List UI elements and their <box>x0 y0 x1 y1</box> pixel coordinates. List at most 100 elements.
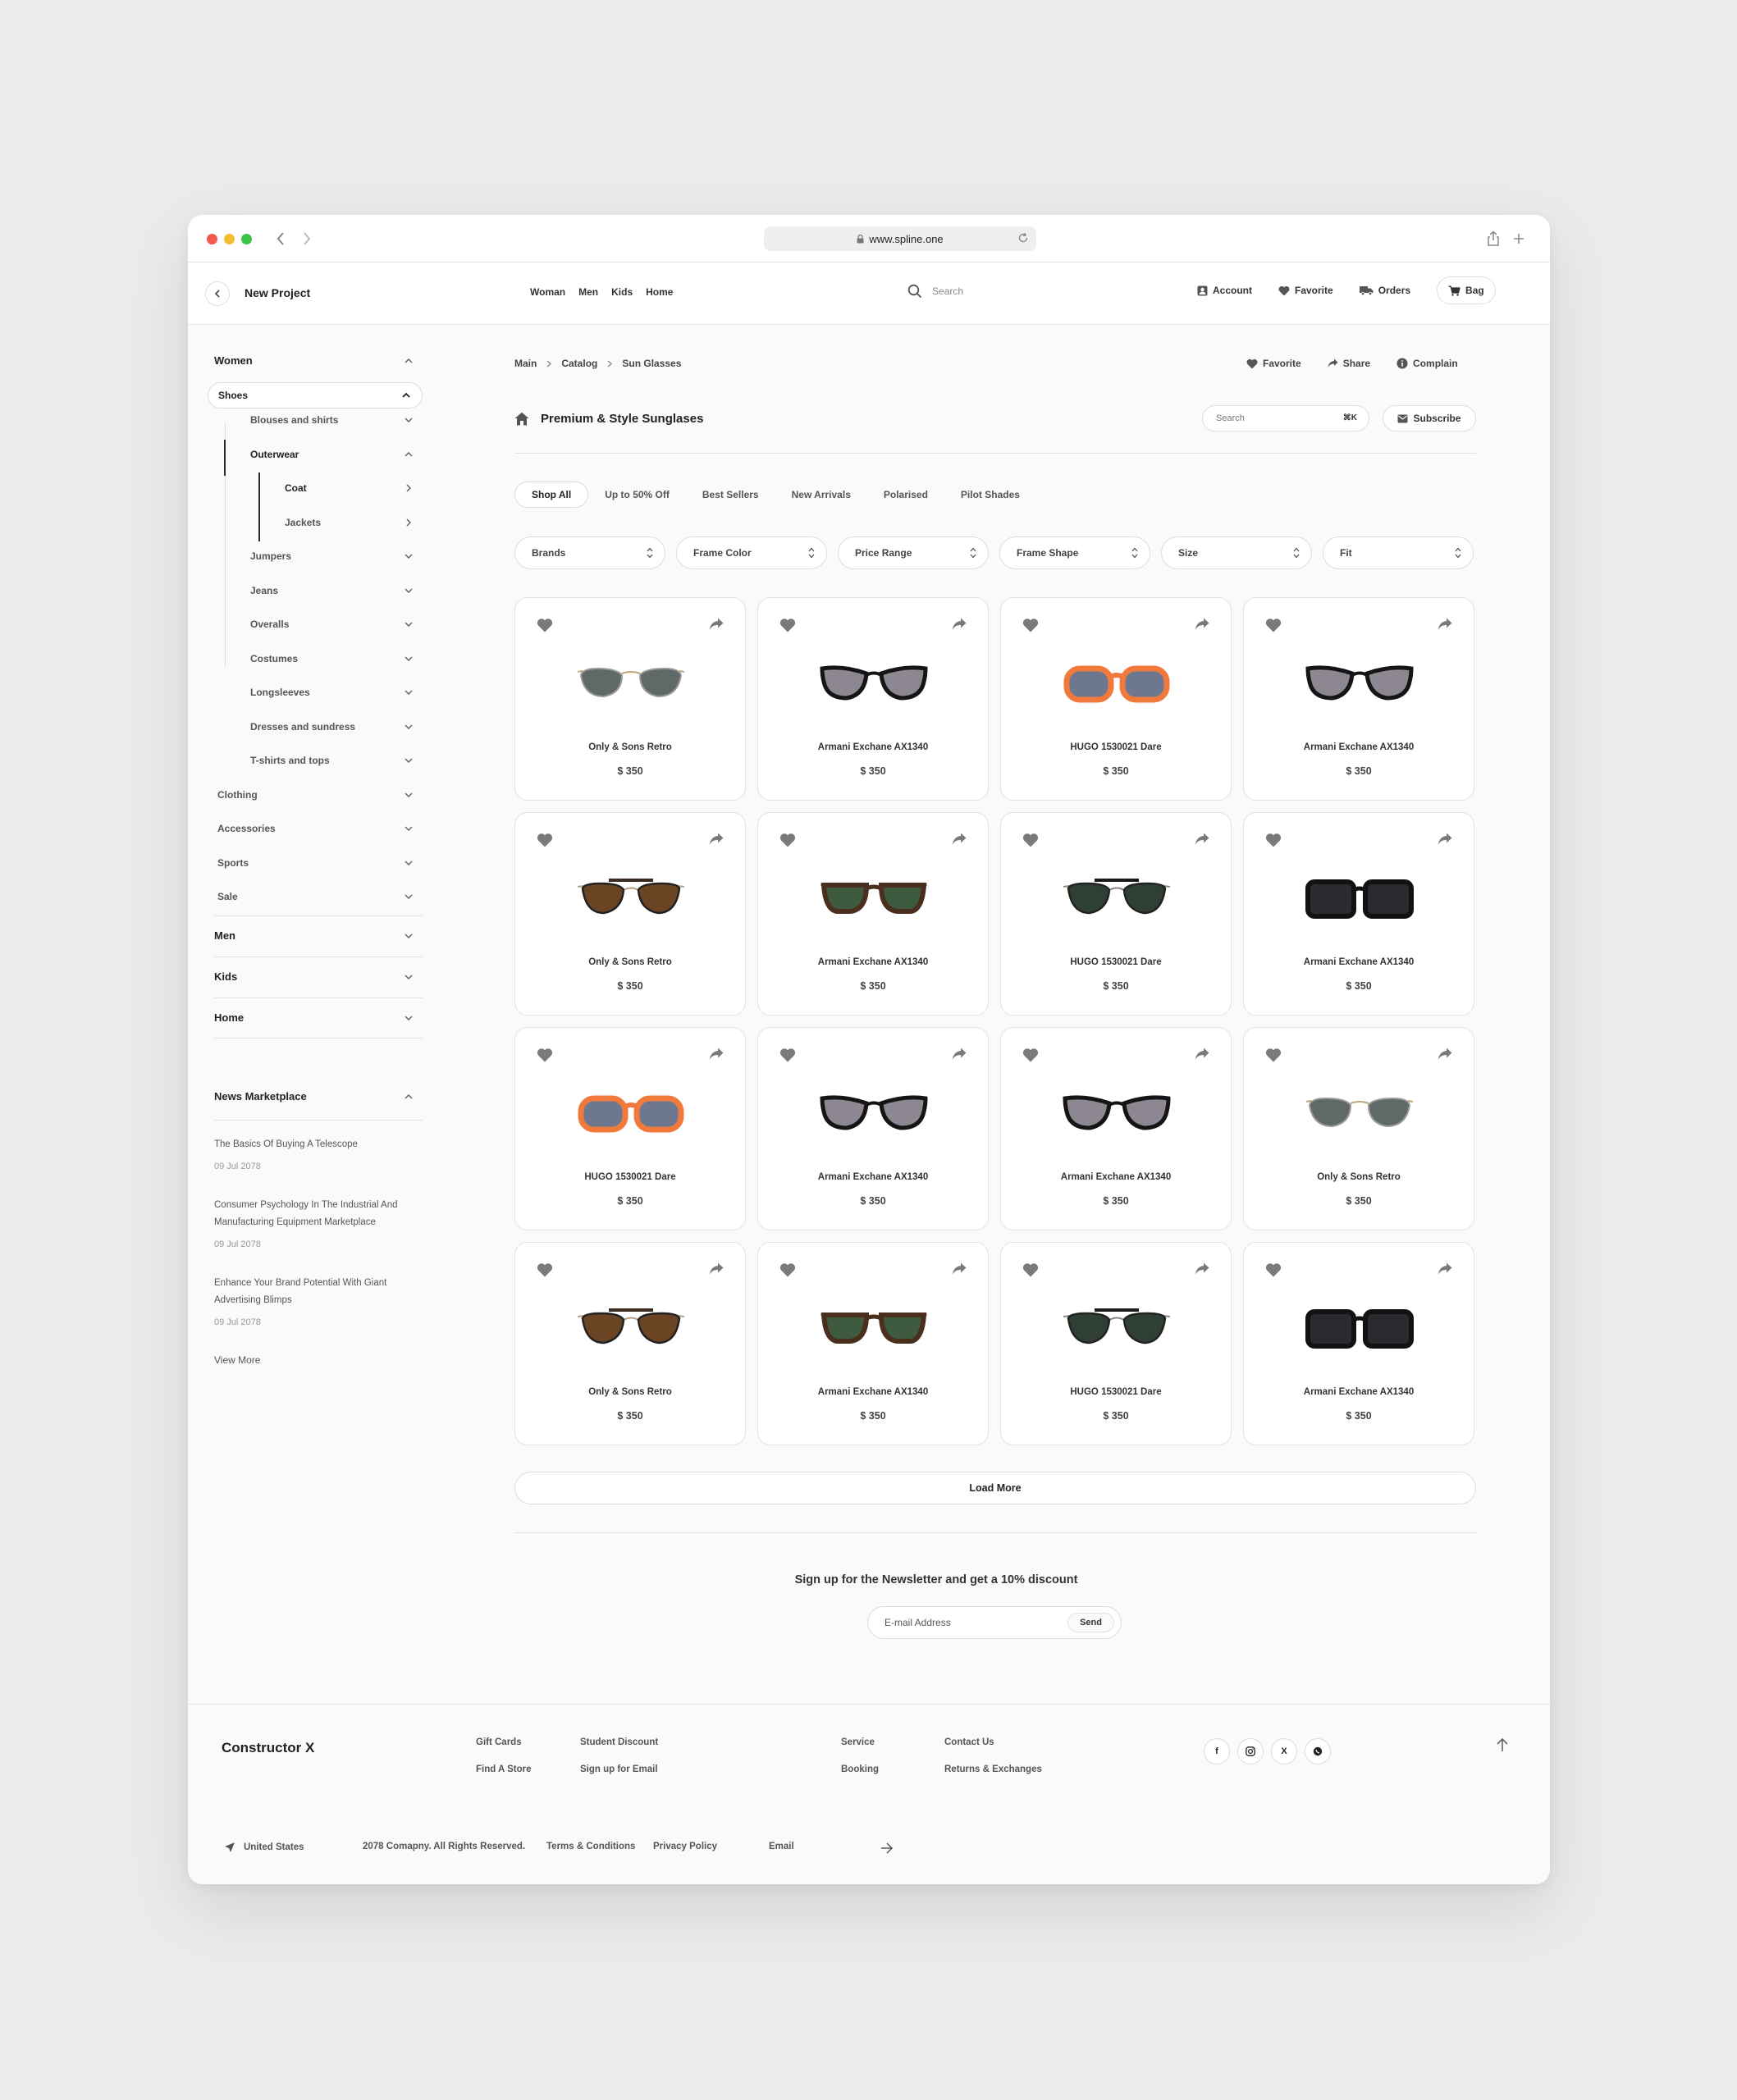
footer-link-find-store[interactable]: Find A Store <box>476 1764 532 1774</box>
heart-icon[interactable] <box>779 618 796 637</box>
sidebar-item-jackets[interactable]: Jackets <box>285 517 414 528</box>
nav-home[interactable]: Home <box>646 286 673 298</box>
sidebar-item-jeans[interactable]: Jeans <box>250 585 414 596</box>
product-image[interactable] <box>1305 872 1415 931</box>
share-arrow-icon[interactable] <box>1195 618 1209 635</box>
sidebar-item-sports[interactable]: Sports <box>217 857 414 869</box>
product-image[interactable] <box>1062 872 1172 931</box>
send-button[interactable]: Send <box>1067 1613 1114 1632</box>
sidebar-item-outerwear[interactable]: Outerwear <box>250 449 414 460</box>
footer-link-returns[interactable]: Returns & Exchanges <box>944 1764 1042 1774</box>
view-more-link[interactable]: View More <box>214 1354 260 1366</box>
sidebar-item-home[interactable]: Home <box>214 1011 414 1024</box>
news-item-link[interactable]: Consumer Psychology In The Industrial An… <box>214 1197 427 1231</box>
new-tab-icon[interactable] <box>1508 228 1529 249</box>
product-name[interactable]: Only & Sons Retro <box>515 957 745 967</box>
heart-icon[interactable] <box>1022 618 1039 637</box>
product-name[interactable]: Armani Exchane AX1340 <box>1244 742 1474 752</box>
filter-frame-color[interactable]: Frame Color <box>676 536 827 569</box>
reload-icon[interactable] <box>1017 232 1029 244</box>
sidebar-item-blouses[interactable]: Blouses and shirts <box>250 414 414 426</box>
product-card[interactable]: HUGO 1530021 Dare $ 350 <box>1000 812 1232 1016</box>
product-name[interactable]: Only & Sons Retro <box>515 742 745 752</box>
sidebar-item-men[interactable]: Men <box>214 929 414 942</box>
breadcrumb-main[interactable]: Main <box>514 358 537 369</box>
sidebar-item-accessories[interactable]: Accessories <box>217 823 414 834</box>
nav-men[interactable]: Men <box>578 286 598 298</box>
footer-link-booking[interactable]: Booking <box>841 1764 879 1774</box>
sidebar-item-jumpers[interactable]: Jumpers <box>250 550 414 562</box>
header-search[interactable]: Search <box>907 284 963 299</box>
share-arrow-icon[interactable] <box>1195 1048 1209 1065</box>
tab-new-arrivals[interactable]: New Arrivals <box>775 482 867 508</box>
footer-link-service[interactable]: Service <box>841 1737 875 1747</box>
breadcrumb-catalog[interactable]: Catalog <box>561 358 597 369</box>
browser-forward-icon[interactable] <box>296 228 318 249</box>
filter-size[interactable]: Size <box>1161 536 1312 569</box>
sidebar-item-women[interactable]: Women <box>214 354 414 367</box>
sidebar-item-clothing[interactable]: Clothing <box>217 789 414 801</box>
tab-pilot-shades[interactable]: Pilot Shades <box>944 482 1036 508</box>
product-image[interactable] <box>1305 657 1415 716</box>
product-image[interactable] <box>576 1087 686 1146</box>
product-image[interactable] <box>1305 1302 1415 1361</box>
product-name[interactable]: Only & Sons Retro <box>515 1387 745 1397</box>
heart-icon[interactable] <box>779 1048 796 1066</box>
heart-icon[interactable] <box>1022 1048 1039 1066</box>
share-arrow-icon[interactable] <box>952 1262 967 1280</box>
nav-kids[interactable]: Kids <box>611 286 633 298</box>
product-card[interactable]: Armani Exchane AX1340 $ 350 <box>757 597 989 801</box>
product-name[interactable]: HUGO 1530021 Dare <box>1001 1387 1231 1397</box>
privacy-link[interactable]: Privacy Policy <box>653 1842 717 1851</box>
heart-icon[interactable] <box>1265 833 1282 851</box>
product-card[interactable]: Armani Exchane AX1340 $ 350 <box>757 1242 989 1445</box>
news-marketplace-header[interactable]: News Marketplace <box>214 1090 414 1102</box>
favorite-button[interactable]: Favorite <box>1278 285 1333 296</box>
heart-icon[interactable] <box>1265 1048 1282 1066</box>
facebook-icon[interactable]: f <box>1204 1738 1230 1764</box>
product-name[interactable]: Armani Exchane AX1340 <box>1244 957 1474 967</box>
product-card[interactable]: Armani Exchane AX1340 $ 350 <box>1243 1242 1474 1445</box>
sidebar-item-kids[interactable]: Kids <box>214 970 414 983</box>
heart-icon[interactable] <box>1022 1262 1039 1281</box>
share-arrow-icon[interactable] <box>709 1048 724 1065</box>
product-name[interactable]: Armani Exchane AX1340 <box>758 1172 988 1182</box>
terms-link[interactable]: Terms & Conditions <box>546 1842 635 1851</box>
product-card[interactable]: Only & Sons Retro $ 350 <box>514 1242 746 1445</box>
share-arrow-icon[interactable] <box>1438 833 1452 850</box>
whatsapp-icon[interactable] <box>1305 1738 1331 1764</box>
product-name[interactable]: Armani Exchane AX1340 <box>1244 1387 1474 1397</box>
product-image[interactable] <box>819 657 929 716</box>
share-arrow-icon[interactable] <box>1438 618 1452 635</box>
product-name[interactable]: HUGO 1530021 Dare <box>1001 957 1231 967</box>
catalog-search-input[interactable]: Search ⌘K <box>1202 405 1369 431</box>
sidebar-item-tshirts[interactable]: T-shirts and tops <box>250 755 414 766</box>
heart-icon[interactable] <box>537 618 553 637</box>
tab-up-to-50[interactable]: Up to 50% Off <box>588 482 686 508</box>
filter-brands[interactable]: Brands <box>514 536 665 569</box>
sidebar-item-sale[interactable]: Sale <box>217 891 414 902</box>
heart-icon[interactable] <box>779 833 796 851</box>
filter-price-range[interactable]: Price Range <box>838 536 989 569</box>
product-card[interactable]: Armani Exchane AX1340 $ 350 <box>1000 1027 1232 1230</box>
bag-button[interactable]: Bag <box>1437 276 1496 304</box>
tab-shop-all[interactable]: Shop All <box>514 482 589 508</box>
browser-back-icon[interactable] <box>270 228 291 249</box>
orders-button[interactable]: Orders <box>1359 285 1410 296</box>
heart-icon[interactable] <box>537 833 553 851</box>
filter-frame-shape[interactable]: Frame Shape <box>999 536 1150 569</box>
product-name[interactable]: Only & Sons Retro <box>1244 1172 1474 1182</box>
share-arrow-icon[interactable] <box>709 1262 724 1280</box>
product-image[interactable] <box>576 872 686 931</box>
product-card[interactable]: Armani Exchane AX1340 $ 350 <box>757 812 989 1016</box>
share-arrow-icon[interactable] <box>1195 1262 1209 1280</box>
product-card[interactable]: Only & Sons Retro $ 350 <box>514 597 746 801</box>
footer-link-contact-us[interactable]: Contact Us <box>944 1737 994 1747</box>
heart-icon[interactable] <box>537 1048 553 1066</box>
product-image[interactable] <box>1062 657 1172 716</box>
load-more-button[interactable]: Load More <box>514 1472 1476 1504</box>
product-card[interactable]: HUGO 1530021 Dare $ 350 <box>1000 1242 1232 1445</box>
product-name[interactable]: Armani Exchane AX1340 <box>758 742 988 752</box>
country-selector[interactable]: United States <box>224 1842 304 1853</box>
footer-link-student-discount[interactable]: Student Discount <box>580 1737 658 1747</box>
